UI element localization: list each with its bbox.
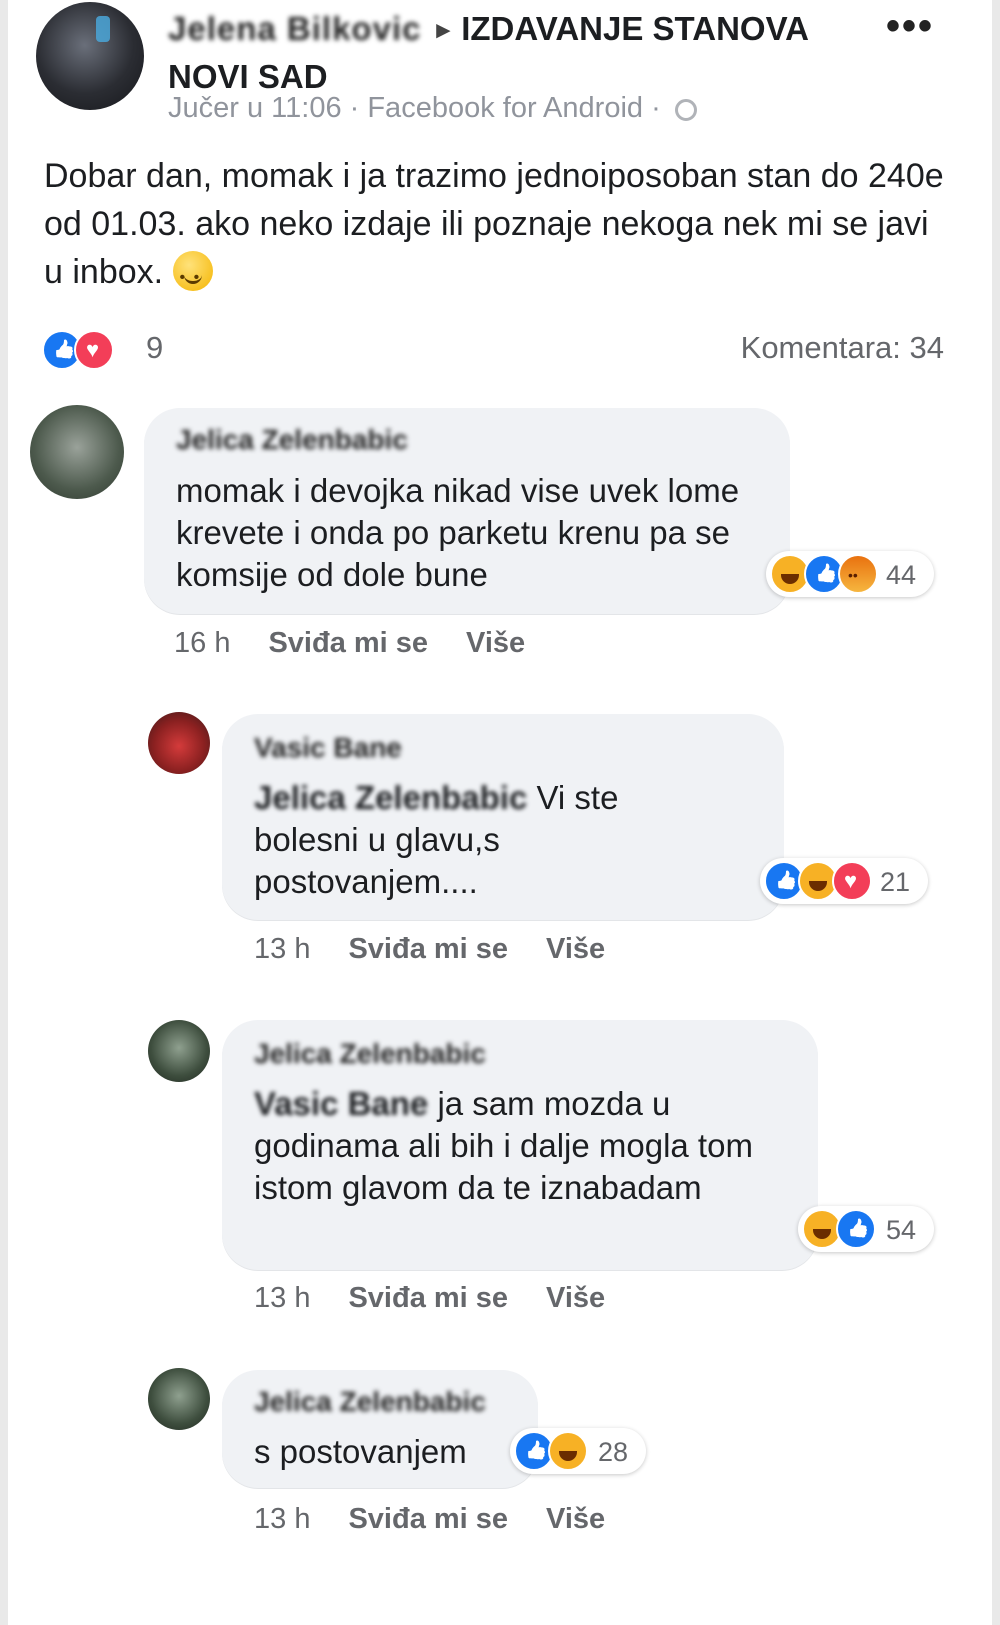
comment-reactions[interactable]: 44 bbox=[766, 551, 934, 597]
comment-actions: 13 h Sviđa mi se Više bbox=[254, 933, 643, 966]
post-meta-text: Jučer u 11:06 · Facebook for Android · bbox=[168, 92, 661, 124]
post-card: Jelena Bilkovic ► IZDAVANJE STANOVA NOVI S… bbox=[8, 0, 992, 1625]
post-meta: Jučer u 11:06 · Facebook for Android · bbox=[168, 92, 697, 125]
commenter-name[interactable]: Vasic Bane bbox=[254, 732, 402, 764]
comment-reactions[interactable]: 54 bbox=[798, 1206, 934, 1252]
author-name[interactable]: Jelena Bilkovic bbox=[168, 6, 421, 52]
comment-text: momak i devojka nikad vise uvek lome kre… bbox=[176, 472, 740, 593]
comment-text: Jelica Zelenbabic Vi ste bolesni u glavu… bbox=[254, 777, 674, 903]
comments-count[interactable]: Komentara: 34 bbox=[741, 330, 944, 366]
more-button[interactable]: Više bbox=[546, 1503, 605, 1535]
commenter-name[interactable]: Jelica Zelenbabic bbox=[254, 1386, 486, 1418]
comment-time: 13 h bbox=[254, 1503, 311, 1535]
haha-icon bbox=[548, 1431, 588, 1471]
reaction-count: 21 bbox=[880, 867, 911, 897]
comment-time: 16 h bbox=[174, 627, 231, 659]
more-options-button[interactable]: ••• bbox=[886, 4, 934, 49]
angry-icon bbox=[838, 554, 878, 594]
more-button[interactable]: Više bbox=[546, 1282, 605, 1314]
comment-actions: 13 h Sviđa mi se Više bbox=[254, 1503, 643, 1536]
comment-text: Vasic Bane ja sam mozda u godinama ali b… bbox=[254, 1083, 774, 1209]
more-button[interactable]: Više bbox=[466, 627, 525, 659]
reaction-count: 44 bbox=[886, 560, 917, 590]
comment-actions: 16 h Sviđa mi se Više bbox=[174, 627, 563, 660]
comment-text: s postovanjem bbox=[254, 1433, 467, 1470]
smile-emoji-icon bbox=[172, 251, 213, 302]
author-avatar[interactable] bbox=[36, 2, 144, 110]
commenter-avatar[interactable] bbox=[148, 712, 210, 774]
commenter-name[interactable]: Jelica Zelenbabic bbox=[254, 1038, 486, 1070]
post-reactions-row: 9 Komentara: 34 bbox=[42, 330, 944, 370]
like-icon bbox=[836, 1209, 876, 1249]
comment-time: 13 h bbox=[254, 933, 311, 965]
like-button[interactable]: Sviđa mi se bbox=[348, 1503, 508, 1535]
like-button[interactable]: Sviđa mi se bbox=[268, 627, 428, 659]
globe-icon bbox=[674, 99, 697, 121]
commenter-avatar[interactable] bbox=[148, 1368, 210, 1430]
commenter-avatar[interactable] bbox=[30, 405, 124, 499]
reaction-count: 28 bbox=[598, 1437, 629, 1467]
love-icon bbox=[832, 861, 872, 901]
reaction-count[interactable]: 9 bbox=[146, 330, 163, 366]
mention-link[interactable]: Vasic Bane bbox=[254, 1083, 428, 1125]
post-text: Dobar dan, momak i ja trazimo jednoiposo… bbox=[44, 152, 944, 302]
chevron-right-icon: ► bbox=[431, 17, 456, 44]
commenter-name[interactable]: Jelica Zelenbabic bbox=[176, 424, 408, 456]
love-icon[interactable] bbox=[74, 330, 114, 370]
more-button[interactable]: Više bbox=[546, 933, 605, 965]
post-header: Jelena Bilkovic ► IZDAVANJE STANOVA NOVI S… bbox=[168, 6, 888, 100]
like-button[interactable]: Sviđa mi se bbox=[348, 933, 508, 965]
mention-link[interactable]: Jelica Zelenbabic bbox=[254, 777, 527, 819]
commenter-avatar[interactable] bbox=[148, 1020, 210, 1082]
like-button[interactable]: Sviđa mi se bbox=[348, 1282, 508, 1314]
comment-reactions[interactable]: 21 bbox=[760, 858, 928, 904]
reaction-count: 54 bbox=[886, 1215, 917, 1245]
comment-time: 13 h bbox=[254, 1282, 311, 1314]
comment-reactions[interactable]: 28 bbox=[510, 1428, 646, 1474]
comment-actions: 13 h Sviđa mi se Više bbox=[254, 1282, 643, 1315]
